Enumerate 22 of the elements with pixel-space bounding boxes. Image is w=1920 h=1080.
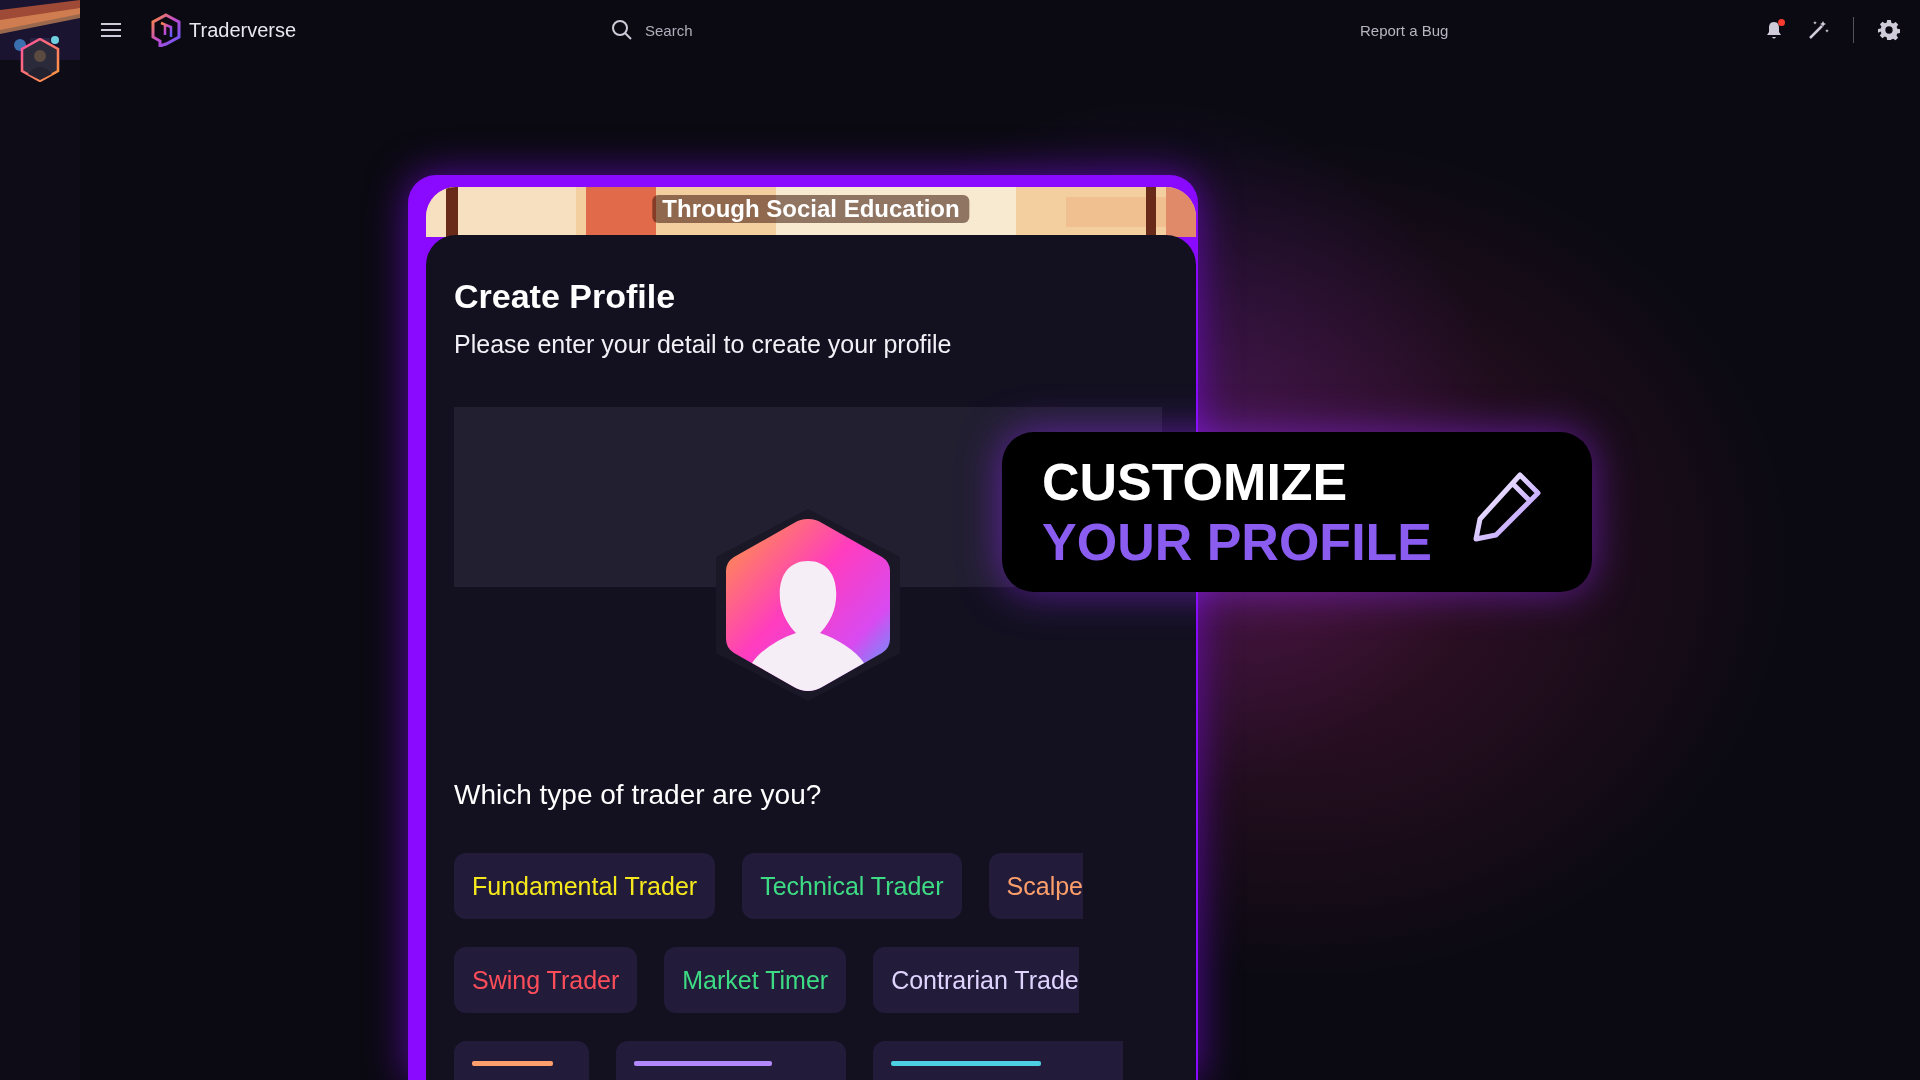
- question-label: Which type of trader are you?: [454, 779, 823, 811]
- search-field[interactable]: Search: [643, 20, 767, 40]
- banner-caption: Through Social Education: [652, 195, 970, 223]
- user-avatar[interactable]: [20, 38, 60, 82]
- promo-heading: YOUR PROFILE: [1042, 516, 1433, 568]
- search-icon: [611, 19, 633, 41]
- magic-wand-icon[interactable]: [1807, 19, 1829, 41]
- form-title: Create Profile: [454, 277, 677, 316]
- trader-type-chip[interactable]: Contrarian Trade: [873, 947, 1079, 1013]
- promo-heading: CUSTOMIZE: [1042, 456, 1349, 508]
- settings-icon[interactable]: [1878, 19, 1900, 41]
- form-subtitle: Please enter your detail to create your profile: [454, 330, 953, 359]
- trader-type-chip[interactable]: Scalpe: [988, 853, 1083, 919]
- trader-type-chip[interactable]: Market Timer: [664, 947, 847, 1013]
- logo-icon[interactable]: [151, 13, 181, 47]
- brand-name: Traderverse: [189, 18, 297, 42]
- menu-icon[interactable]: [101, 23, 121, 37]
- notification-button[interactable]: [1765, 20, 1783, 40]
- report-bug-link[interactable]: Report a Bug: [1360, 21, 1449, 39]
- trader-type-chip[interactable]: Fundamental Trader: [454, 853, 716, 919]
- trader-type-chip[interactable]: Swing Trader: [454, 947, 638, 1013]
- trader-type-chip[interactable]: Technical Trader: [742, 853, 962, 919]
